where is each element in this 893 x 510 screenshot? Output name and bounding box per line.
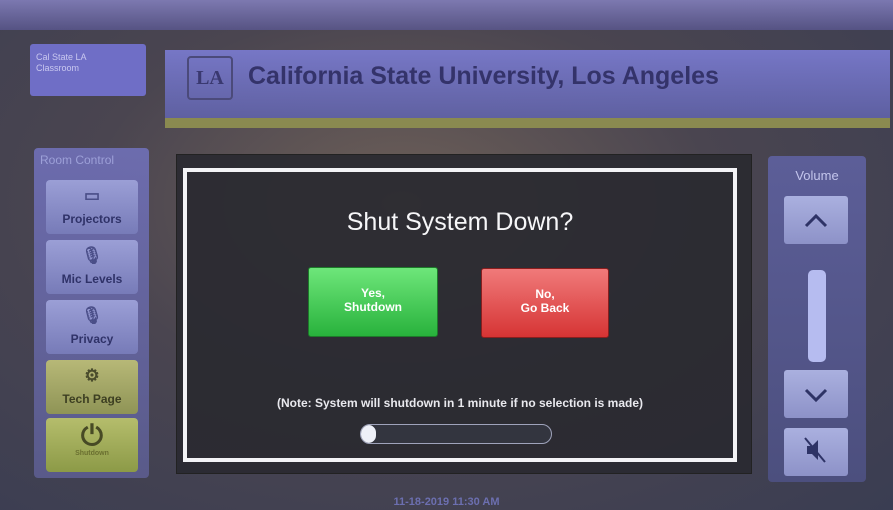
- mic-mute-icon: 🎙: [81, 306, 103, 325]
- volume-slider[interactable]: [808, 270, 826, 362]
- room-control-heading: Room Control: [40, 153, 115, 167]
- no-go-back-button[interactable]: No, Go Back: [481, 268, 609, 338]
- dialog-title: Shut System Down?: [346, 208, 574, 236]
- tech-page-label: Tech Page: [62, 392, 122, 406]
- projectors-button[interactable]: ▭ Projectors: [46, 180, 138, 234]
- volume-label: Volume: [795, 168, 839, 183]
- volume-down-button[interactable]: [784, 370, 848, 418]
- no-label-line2: Go Back: [520, 301, 570, 315]
- projector-icon: ▭: [83, 186, 101, 205]
- yes-label-line1: Yes,: [360, 286, 386, 300]
- shutdown-button[interactable]: ⏻ Shutdown: [46, 418, 138, 472]
- projectors-label: Projectors: [62, 212, 122, 226]
- page-title: California State University, Los Angeles: [248, 62, 719, 90]
- yes-label-line2: Shutdown: [344, 300, 402, 314]
- chevron-up-icon: [804, 213, 828, 228]
- top-left-logo-text: Cal State LA Classroom: [36, 52, 87, 73]
- mute-button[interactable]: [784, 428, 848, 476]
- progress-fill: [361, 425, 377, 443]
- microphone-icon: 🎙: [81, 246, 103, 265]
- privacy-button[interactable]: 🎙 Privacy: [46, 300, 138, 354]
- mic-levels-button[interactable]: 🎙 Mic Levels: [46, 240, 138, 294]
- no-label-line1: No,: [535, 287, 555, 301]
- chevron-down-icon: [804, 388, 828, 403]
- power-icon: ⏻: [80, 420, 104, 451]
- privacy-label: Privacy: [70, 332, 114, 346]
- shutdown-countdown-progress: [360, 424, 552, 444]
- shutdown-note: (Note: System will shutdown in 1 minute …: [276, 396, 644, 410]
- status-datetime: 11-18-2019 11:30 AM: [393, 496, 500, 508]
- mic-levels-label: Mic Levels: [61, 272, 123, 286]
- yes-shutdown-button[interactable]: Yes, Shutdown: [308, 267, 438, 337]
- top-left-logo: Cal State LA Classroom: [30, 44, 146, 96]
- top-edge: [0, 0, 893, 30]
- header-divider: [165, 118, 890, 128]
- university-logo: LA: [187, 56, 233, 100]
- speaker-mute-icon: [804, 437, 826, 463]
- gear-icon: ⚙: [84, 366, 100, 385]
- tech-page-button[interactable]: ⚙ Tech Page: [46, 360, 138, 414]
- volume-up-button[interactable]: [784, 196, 848, 244]
